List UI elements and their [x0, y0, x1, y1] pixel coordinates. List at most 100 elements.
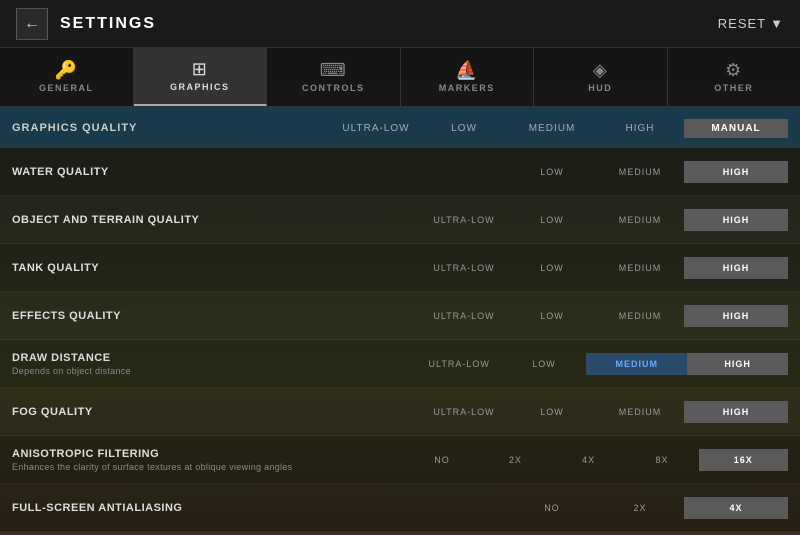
water-medium-btn[interactable]: MEDIUM [596, 163, 684, 181]
anisotropic-desc: Enhances the clarity of surface textures… [12, 462, 332, 472]
draw-distance-name: DRAW DISTANCE [12, 352, 332, 364]
quality-opt-manual[interactable]: MANUAL [684, 119, 788, 138]
effects-quality-info: EFFECTS QUALITY [12, 310, 332, 322]
aniso-16x-btn[interactable]: 16X [699, 449, 788, 471]
terrain-medium-btn[interactable]: MEDIUM [596, 211, 684, 229]
draw-medium-btn[interactable]: MEDIUM [586, 353, 687, 375]
quality-options: ULTRA-LOW LOW MEDIUM HIGH MANUAL [332, 119, 788, 138]
fog-low-btn[interactable]: LOW [508, 403, 596, 421]
tank-high-btn[interactable]: HIGH [684, 257, 788, 279]
tank-medium-btn[interactable]: MEDIUM [596, 259, 684, 277]
quality-opt-high[interactable]: HIGH [596, 123, 684, 134]
water-quality-info: WATER QUALITY [12, 166, 332, 178]
fog-quality-info: FOG QUALITY [12, 406, 332, 418]
aniso-4x-btn[interactable]: 4X [552, 451, 625, 469]
quality-opt-ultralow[interactable]: ULTRA-LOW [332, 123, 420, 134]
fog-quality-name: FOG QUALITY [12, 406, 332, 418]
effects-quality-controls: ULTRA-LOW LOW MEDIUM HIGH [332, 305, 788, 327]
anisotropic-controls: NO 2X 4X 8X 16X [332, 449, 788, 471]
tank-quality-info: TANK QUALITY [12, 262, 332, 274]
water-quality-controls: LOW MEDIUM HIGH [332, 161, 788, 183]
reset-button[interactable]: RESET ▼ [718, 16, 784, 31]
page-title: SETTINGS [60, 15, 156, 33]
aa-4x-btn[interactable]: 4X [684, 497, 788, 519]
tank-quality-row: TANK QUALITY ULTRA-LOW LOW MEDIUM HIGH [0, 244, 800, 292]
aniso-8x-btn[interactable]: 8X [625, 451, 698, 469]
content-area: GRAPHICS QUALITY ULTRA-LOW LOW MEDIUM HI… [0, 108, 800, 535]
tank-low-btn[interactable]: LOW [508, 259, 596, 277]
tab-markers[interactable]: ⛵ MARKERS [401, 48, 535, 106]
tab-other-label: OTHER [714, 83, 753, 93]
tab-general[interactable]: 🔑 GENERAL [0, 48, 134, 106]
tab-hud-label: HUD [588, 83, 612, 93]
antialiasing-row: FULL-SCREEN ANTIALIASING NO 2X 4X [0, 484, 800, 532]
terrain-high-btn[interactable]: HIGH [684, 209, 788, 231]
hud-icon: ◈ [593, 61, 608, 79]
terrain-ultralow-btn[interactable]: ULTRA-LOW [420, 211, 508, 229]
draw-distance-info: DRAW DISTANCE Depends on object distance [12, 352, 332, 376]
aa-2x-btn[interactable]: 2X [596, 499, 684, 517]
markers-icon: ⛵ [455, 61, 478, 79]
draw-ultralow-btn[interactable]: ULTRA-LOW [417, 355, 502, 373]
tab-controls-label: CONTROLS [302, 83, 365, 93]
tab-general-label: GENERAL [39, 83, 94, 93]
fog-medium-btn[interactable]: MEDIUM [596, 403, 684, 421]
fog-quality-controls: ULTRA-LOW LOW MEDIUM HIGH [332, 401, 788, 423]
tab-other[interactable]: ⚙ OTHER [668, 48, 800, 106]
terrain-quality-row: OBJECT AND TERRAIN QUALITY ULTRA-LOW LOW… [0, 196, 800, 244]
anisotropic-row: ANISOTROPIC FILTERING Enhances the clari… [0, 436, 800, 484]
draw-high-btn[interactable]: HIGH [687, 353, 788, 375]
tank-ultralow-btn[interactable]: ULTRA-LOW [420, 259, 508, 277]
water-high-btn[interactable]: HIGH [684, 161, 788, 183]
effects-medium-btn[interactable]: MEDIUM [596, 307, 684, 325]
header-left: ← SETTINGS [16, 8, 156, 40]
tab-graphics-label: GRAPHICS [170, 82, 230, 92]
fog-ultralow-btn[interactable]: ULTRA-LOW [420, 403, 508, 421]
draw-distance-controls: ULTRA-LOW LOW MEDIUM HIGH [332, 353, 788, 375]
antialiasing-controls: NO 2X 4X [332, 497, 788, 519]
reset-chevron-icon: ▼ [770, 16, 784, 31]
aniso-no-btn[interactable]: NO [405, 451, 478, 469]
effects-high-btn[interactable]: HIGH [684, 305, 788, 327]
terrain-quality-info: OBJECT AND TERRAIN QUALITY [12, 214, 332, 226]
quality-opt-low[interactable]: LOW [420, 123, 508, 134]
tank-quality-name: TANK QUALITY [12, 262, 332, 274]
anisotropic-name: ANISOTROPIC FILTERING [12, 448, 332, 460]
general-icon: 🔑 [55, 61, 78, 79]
fog-high-btn[interactable]: HIGH [684, 401, 788, 423]
water-quality-name: WATER QUALITY [12, 166, 332, 178]
tab-hud[interactable]: ◈ HUD [534, 48, 668, 106]
tab-graphics[interactable]: ⊞ GRAPHICS [134, 48, 268, 106]
reset-label: RESET [718, 16, 766, 31]
graphics-icon: ⊞ [192, 60, 208, 78]
controls-icon: ⌨ [320, 61, 347, 79]
water-quality-row: WATER QUALITY LOW MEDIUM HIGH [0, 148, 800, 196]
effects-low-btn[interactable]: LOW [508, 307, 596, 325]
terrain-quality-name: OBJECT AND TERRAIN QUALITY [12, 214, 332, 226]
tab-markers-label: MARKERS [439, 83, 495, 93]
water-low-btn[interactable]: LOW [508, 163, 596, 181]
header: ← SETTINGS RESET ▼ [0, 0, 800, 48]
draw-low-btn[interactable]: LOW [502, 355, 587, 373]
anisotropic-info: ANISOTROPIC FILTERING Enhances the clari… [12, 448, 332, 472]
graphics-quality-label: GRAPHICS QUALITY [12, 122, 332, 134]
aniso-2x-btn[interactable]: 2X [479, 451, 552, 469]
quality-header-row: GRAPHICS QUALITY ULTRA-LOW LOW MEDIUM HI… [0, 108, 800, 148]
terrain-low-btn[interactable]: LOW [508, 211, 596, 229]
draw-distance-desc: Depends on object distance [12, 366, 332, 376]
back-button[interactable]: ← [16, 8, 48, 40]
antialiasing-info: FULL-SCREEN ANTIALIASING [12, 502, 332, 514]
tab-bar: 🔑 GENERAL ⊞ GRAPHICS ⌨ CONTROLS ⛵ MARKER… [0, 48, 800, 108]
tab-controls[interactable]: ⌨ CONTROLS [267, 48, 401, 106]
effects-quality-row: EFFECTS QUALITY ULTRA-LOW LOW MEDIUM HIG… [0, 292, 800, 340]
quality-opt-medium[interactable]: MEDIUM [508, 123, 596, 134]
effects-quality-name: EFFECTS QUALITY [12, 310, 332, 322]
draw-distance-row: DRAW DISTANCE Depends on object distance… [0, 340, 800, 388]
terrain-quality-controls: ULTRA-LOW LOW MEDIUM HIGH [332, 209, 788, 231]
effects-ultralow-btn[interactable]: ULTRA-LOW [420, 307, 508, 325]
settings-container: ← SETTINGS RESET ▼ 🔑 GENERAL ⊞ GRAPHICS … [0, 0, 800, 535]
other-icon: ⚙ [725, 61, 742, 79]
antialiasing-name: FULL-SCREEN ANTIALIASING [12, 502, 332, 514]
fog-quality-row: FOG QUALITY ULTRA-LOW LOW MEDIUM HIGH [0, 388, 800, 436]
aa-no-btn[interactable]: NO [508, 499, 596, 517]
